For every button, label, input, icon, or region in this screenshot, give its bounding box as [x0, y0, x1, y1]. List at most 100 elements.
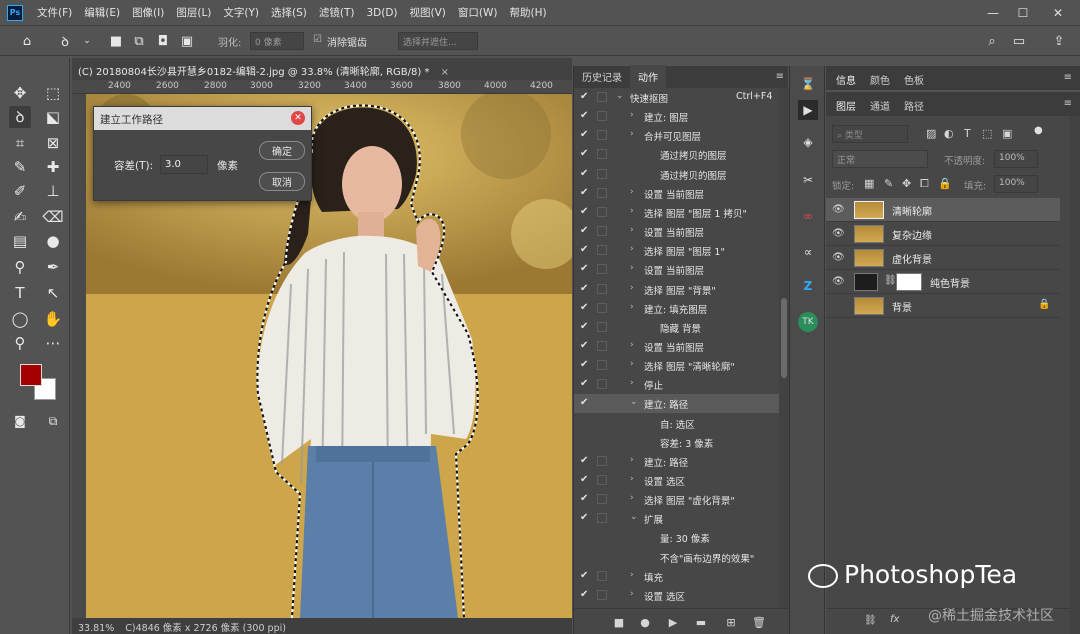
layer-row[interactable]: 👁 复杂边缘 — [826, 222, 1060, 246]
cancel-button[interactable]: 取消 — [259, 172, 305, 191]
tab-color[interactable]: 颜色 — [864, 72, 896, 87]
lock-pixels-icon[interactable]: ✎ — [884, 177, 893, 190]
menu-type[interactable]: 文字(Y) — [217, 5, 265, 20]
more-tools-icon[interactable]: ⋯ — [42, 332, 64, 354]
intersect-selection-icon[interactable]: ▣ — [178, 32, 196, 50]
action-row[interactable]: ✔ › 设置 当前图层 — [574, 222, 779, 241]
filter-smart-icon[interactable]: ▣ — [1002, 127, 1012, 140]
check-icon[interactable]: ✔ — [580, 225, 588, 236]
plugin-z-icon[interactable]: Z — [798, 276, 818, 296]
dialog-toggle-box[interactable] — [597, 245, 607, 256]
action-row[interactable]: ✔ › 设置 当前图层 — [574, 184, 779, 203]
tab-info[interactable]: 信息 — [830, 72, 862, 87]
filter-pixel-icon[interactable]: ▨ — [926, 127, 936, 140]
chevron-icon[interactable]: › — [630, 129, 634, 139]
chevron-icon[interactable]: › — [630, 378, 634, 388]
lock-transparency-icon[interactable]: ▦ — [864, 177, 874, 190]
trash-icon[interactable]: 🗑 — [752, 615, 766, 629]
check-icon[interactable]: ✔ — [580, 244, 588, 255]
check-icon[interactable]: ✔ — [580, 302, 588, 313]
check-icon[interactable]: ✔ — [580, 283, 588, 294]
check-icon[interactable]: ✔ — [580, 263, 588, 274]
zoom-level[interactable]: 33.81% — [78, 623, 114, 634]
layer-name[interactable]: 纯色背景 — [930, 275, 970, 290]
new-selection-icon[interactable]: ■ — [107, 32, 125, 50]
shape-tool-icon[interactable]: ◯ — [9, 308, 31, 330]
action-row[interactable]: ✔ 通过拷贝的图层 — [574, 145, 779, 164]
action-row[interactable]: ✔ › 选择 图层 "图层 1" — [574, 241, 779, 260]
feather-input[interactable]: 0 像素 — [250, 32, 304, 50]
action-row[interactable]: ✔ › 选择 图层 "清晰轮廓" — [574, 356, 779, 375]
action-row[interactable]: ✔ › 选择 图层 "图层 1 拷贝" — [574, 203, 779, 222]
scroll-thumb[interactable] — [781, 298, 787, 378]
path-select-tool-icon[interactable]: ↖ — [42, 282, 64, 304]
check-icon[interactable]: ✔ — [580, 512, 588, 523]
dialog-toggle-box[interactable] — [597, 475, 607, 485]
plugin-b-icon[interactable]: ∝ — [798, 242, 818, 262]
check-icon[interactable]: ✔ — [580, 321, 588, 332]
action-row[interactable]: ✔ › 填充 — [574, 567, 779, 586]
action-row[interactable]: ✔ ⌄ 扩展 — [574, 509, 779, 528]
layer-row[interactable]: 👁 清晰轮廓 — [826, 198, 1060, 222]
actions-scrollbar[interactable] — [779, 88, 789, 608]
new-set-icon[interactable]: ▬ — [694, 615, 708, 629]
lasso-tool-icon[interactable]: ꝺ — [9, 106, 31, 128]
chevron-icon[interactable]: ⌄ — [630, 512, 638, 522]
minimize-icon[interactable]: — — [980, 0, 1006, 26]
lasso-tool-icon[interactable]: ꝺ — [56, 32, 74, 50]
panel-menu-icon[interactable]: ≡ — [1064, 98, 1072, 109]
chevron-icon[interactable]: › — [630, 340, 634, 350]
check-icon[interactable]: ✔ — [580, 129, 588, 140]
check-icon[interactable]: ✔ — [580, 589, 588, 600]
layer-row[interactable]: 👁 虚化背景 — [826, 246, 1060, 270]
pen-tool-icon[interactable]: ✒ — [42, 256, 64, 278]
check-icon[interactable]: ✔ — [580, 206, 588, 217]
stamp-tool-icon[interactable]: ⊥ — [42, 180, 64, 202]
dialog-toggle-box[interactable] — [597, 302, 607, 313]
move-tool-icon[interactable]: ✥ — [9, 82, 31, 104]
check-icon[interactable]: ✔ — [580, 148, 588, 159]
home-icon[interactable]: ⌂ — [18, 32, 36, 50]
chevron-icon[interactable]: › — [630, 302, 634, 312]
ok-button[interactable]: 确定 — [259, 141, 305, 160]
menu-view[interactable]: 视图(V) — [404, 5, 452, 20]
check-icon[interactable]: ✔ — [580, 168, 588, 179]
panel-menu-icon[interactable]: ≡ — [776, 71, 784, 82]
check-icon[interactable]: ✔ — [580, 91, 588, 102]
action-row[interactable]: ✔ › 停止 — [574, 375, 779, 394]
tab-swatches[interactable]: 色板 — [898, 72, 930, 87]
quick-select-tool-icon[interactable]: ⬕ — [42, 106, 64, 128]
properties-icon[interactable]: ◈ — [798, 132, 818, 152]
chevron-icon[interactable]: ⌄ — [630, 397, 638, 407]
dialog-toggle-box[interactable] — [597, 283, 607, 294]
check-icon[interactable]: ✔ — [580, 359, 588, 370]
dialog-toggle-box[interactable] — [597, 589, 607, 600]
check-icon[interactable]: ✔ — [580, 474, 588, 485]
layer-filter-select[interactable]: ⌕ 类型 — [832, 125, 908, 143]
menu-select[interactable]: 选择(S) — [265, 5, 313, 20]
history-brush-tool-icon[interactable]: ✍ — [9, 206, 31, 228]
eye-icon[interactable]: 👁 — [832, 204, 845, 215]
tab-layers[interactable]: 图层 — [830, 98, 862, 113]
dialog-toggle-box[interactable] — [597, 111, 607, 122]
menu-help[interactable]: 帮助(H) — [504, 5, 553, 20]
link-icon[interactable]: ⛓ — [884, 275, 897, 286]
layer-name[interactable]: 虚化背景 — [892, 251, 932, 266]
tab-history[interactable]: 历史记录 — [574, 65, 630, 88]
menu-filter[interactable]: 滤镜(T) — [313, 5, 361, 20]
dialog-toggle-box[interactable] — [597, 398, 607, 409]
action-row[interactable]: ✔ › 建立: 路径 — [574, 452, 779, 471]
dodge-tool-icon[interactable]: ⚲ — [9, 256, 31, 278]
check-icon[interactable]: ✔ — [580, 187, 588, 198]
menu-file[interactable]: 文件(F) — [31, 5, 78, 20]
action-row[interactable]: ✔ › 设置 当前图层 — [574, 260, 779, 279]
dialog-toggle-box[interactable] — [597, 187, 607, 198]
dialog-toggle-box[interactable] — [597, 206, 607, 217]
crop-tool-icon[interactable]: ⌗ — [9, 132, 31, 154]
action-row[interactable]: 容差: 3 像素 — [574, 433, 779, 452]
share-icon[interactable]: ⇪ — [1050, 32, 1068, 50]
tab-actions[interactable]: 动作 — [630, 65, 666, 88]
chevron-icon[interactable]: › — [630, 493, 634, 503]
layer-name[interactable]: 复杂边缘 — [892, 227, 932, 242]
eye-icon[interactable]: 👁 — [832, 276, 845, 287]
